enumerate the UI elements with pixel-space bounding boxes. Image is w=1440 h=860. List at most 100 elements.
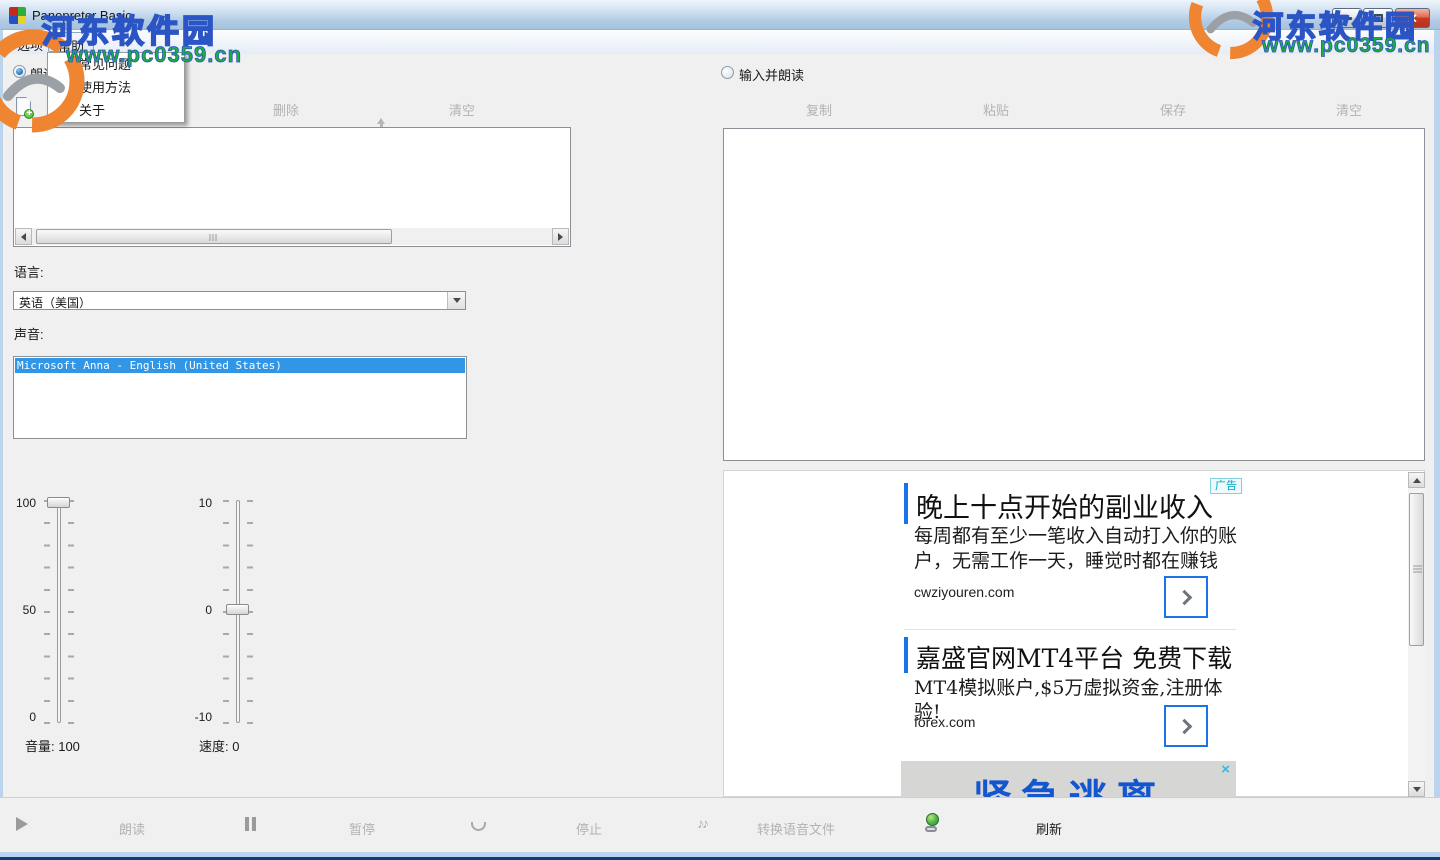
globe-link-icon[interactable]	[925, 813, 941, 833]
ad1-arrow-button[interactable]	[1164, 576, 1208, 618]
app-icon-yellow	[18, 16, 27, 25]
play-icon[interactable]	[16, 817, 28, 831]
close-button[interactable]: ✕	[1395, 8, 1430, 28]
clear-text-button[interactable]: 清空	[1336, 100, 1362, 119]
speed-min-label: -10	[184, 710, 212, 724]
ad-banner[interactable]: 紧急逃离 ×	[901, 761, 1236, 797]
ad2-url[interactable]: forex.com	[914, 714, 975, 730]
thumb-grip	[1413, 565, 1422, 574]
ad2-accent-bar	[904, 637, 908, 673]
ad1-body: 每周都有至少一笔收入自动打入你的账户，无需工作一天，睡觉时都在赚钱	[914, 524, 1246, 574]
radio-type-and-read-label[interactable]: 输入并朗读	[739, 65, 804, 84]
volume-ticks-left	[44, 500, 50, 724]
speed-mid-label: 0	[188, 603, 212, 617]
horizontal-scrollbar[interactable]	[15, 228, 569, 245]
speed-slider-thumb[interactable]	[226, 604, 249, 615]
menu-item-faq[interactable]: 常见问题	[48, 53, 184, 76]
volume-max-label: 100	[8, 496, 36, 510]
minimize-button[interactable]	[1332, 8, 1362, 28]
voice-label: 声音:	[14, 324, 44, 343]
banner-close-icon[interactable]: ×	[1221, 761, 1230, 778]
app-icon	[9, 7, 26, 24]
chevron-down-icon	[453, 298, 461, 303]
menu-options[interactable]: 选项	[8, 32, 52, 52]
volume-value-label: 音量: 100	[25, 736, 80, 755]
stop-icon[interactable]	[471, 822, 486, 831]
scroll-down-button[interactable]	[1408, 781, 1425, 797]
ad2-title[interactable]: 嘉盛官网MT4平台 免费下载	[916, 639, 1232, 675]
scrollbar-thumb[interactable]	[1409, 493, 1424, 646]
arrow-down-icon	[1413, 787, 1421, 792]
page-fold-icon	[26, 97, 31, 102]
add-plus-icon	[24, 109, 34, 119]
volume-slider-thumb[interactable]	[47, 497, 70, 508]
chevron-right-icon	[1176, 589, 1192, 605]
ad-separator	[904, 629, 1236, 630]
pause-icon[interactable]	[245, 817, 256, 831]
scroll-left-button[interactable]	[15, 228, 32, 245]
paste-button[interactable]: 粘贴	[983, 100, 1009, 119]
read-button[interactable]: 朗读	[119, 819, 145, 838]
banner-text: 紧急逃离	[973, 767, 1165, 797]
volume-ticks-right	[68, 500, 74, 724]
radio-read-file[interactable]	[13, 65, 26, 78]
convert-audio-button[interactable]: 转换语音文件	[757, 819, 835, 838]
volume-mid-label: 50	[8, 603, 36, 617]
radio-type-and-read[interactable]	[721, 66, 734, 79]
text-input-area[interactable]	[723, 128, 1425, 461]
app-icon-green	[18, 7, 27, 16]
scrollbar-thumb[interactable]	[36, 229, 392, 244]
maximize-button[interactable]	[1363, 8, 1393, 28]
menu-help[interactable]: 帮助	[48, 32, 94, 52]
scroll-right-button[interactable]	[552, 228, 569, 245]
combo-dropdown-button[interactable]	[447, 292, 465, 309]
menu-item-usage[interactable]: 使用方法	[48, 76, 184, 99]
window-border-left	[0, 30, 3, 852]
window-title: Panopreter Basic	[32, 8, 132, 23]
language-value: 英语（美国）	[19, 294, 91, 311]
refresh-button[interactable]: 刷新	[1036, 819, 1062, 838]
pause-button[interactable]: 暂停	[349, 819, 375, 838]
minimize-icon	[1342, 17, 1352, 20]
voice-list-selected-item[interactable]: Microsoft Anna - English (United States)	[15, 358, 465, 373]
ad-panel: 广告 晚上十点开始的副业收入 每周都有至少一笔收入自动打入你的账户，无需工作一天…	[723, 470, 1425, 797]
volume-slider-track[interactable]	[57, 500, 61, 723]
app-window: Panopreter Basic ✕ 选项 帮助 朗读文件 删除 清空 语言: …	[0, 0, 1440, 860]
ad1-url[interactable]: cwziyouren.com	[914, 584, 1014, 600]
ad1-accent-bar	[904, 483, 908, 524]
language-select[interactable]: 英语（美国）	[13, 291, 466, 310]
globe-icon	[926, 813, 939, 826]
app-icon-red	[9, 7, 18, 16]
save-button[interactable]: 保存	[1160, 100, 1186, 119]
help-dropdown-menu: 常见问题 使用方法 关于	[47, 52, 185, 123]
voice-list-box[interactable]: Microsoft Anna - English (United States)	[13, 356, 467, 439]
window-border-bottom	[0, 852, 1440, 860]
clear-list-button[interactable]: 清空	[449, 100, 475, 119]
menu-bar: 选项 帮助	[3, 30, 1434, 54]
title-bar[interactable]: Panopreter Basic ✕	[0, 0, 1440, 30]
chevron-right-icon	[1176, 718, 1192, 734]
new-file-button[interactable]	[16, 97, 31, 116]
speed-value-label: 速度: 0	[199, 736, 239, 755]
volume-min-label: 0	[8, 710, 36, 724]
music-notes-icon[interactable]: ♪♪	[697, 815, 707, 831]
bottom-toolbar: 朗读 暂停 停止 ♪♪ 转换语音文件 刷新	[0, 797, 1440, 852]
ad-vertical-scrollbar[interactable]	[1408, 472, 1425, 797]
file-list-box[interactable]	[13, 127, 571, 247]
thumb-grip	[210, 234, 219, 241]
copy-button[interactable]: 复制	[806, 100, 832, 119]
arrow-up-icon	[1413, 478, 1421, 483]
delete-button[interactable]: 删除	[273, 100, 299, 119]
link-icon	[925, 826, 937, 832]
ad-badge: 广告	[1210, 478, 1242, 494]
app-icon-blue	[9, 16, 18, 25]
menu-item-about[interactable]: 关于	[48, 99, 184, 122]
arrow-right-icon	[558, 233, 563, 241]
ad2-arrow-button[interactable]	[1164, 705, 1208, 747]
maximize-icon	[1374, 14, 1383, 22]
scroll-up-button[interactable]	[1408, 472, 1425, 488]
stop-button[interactable]: 停止	[576, 819, 602, 838]
speed-max-label: 10	[188, 496, 212, 510]
close-icon: ✕	[1407, 12, 1418, 25]
ad1-title[interactable]: 晚上十点开始的副业收入	[916, 486, 1213, 525]
